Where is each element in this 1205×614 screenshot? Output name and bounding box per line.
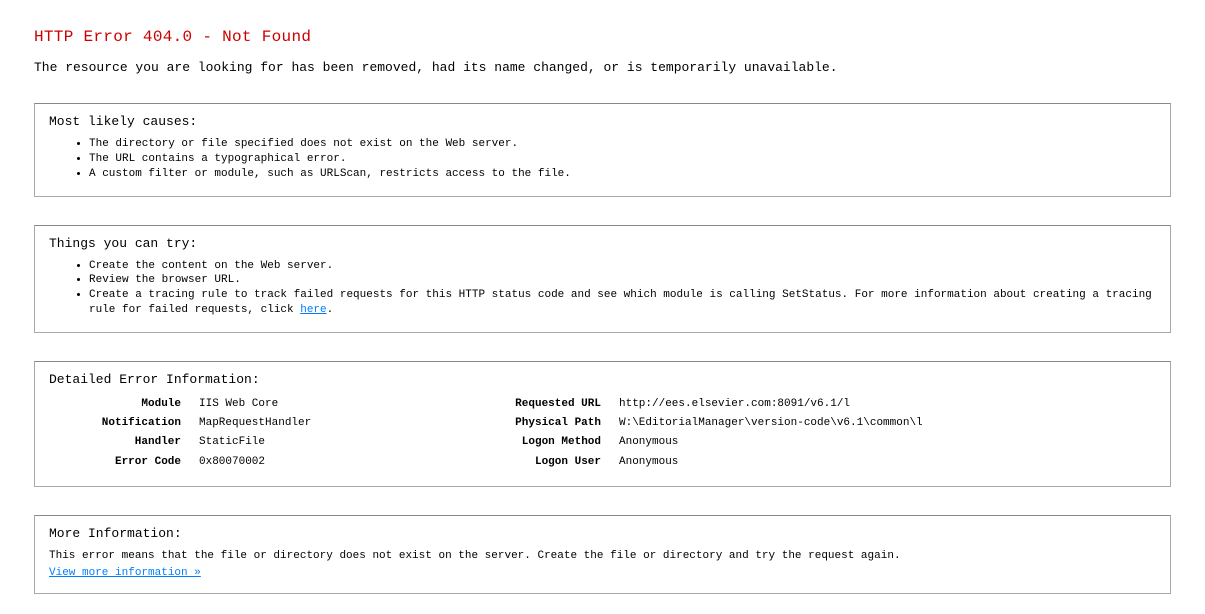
detail-value: MapRequestHandler (199, 414, 469, 433)
list-item: Create the content on the Web server. (89, 259, 1156, 274)
details-title: Detailed Error Information: (49, 372, 1156, 387)
detail-label: Logon Method (469, 433, 619, 452)
detail-label: Module (49, 395, 199, 414)
error-page: HTTP Error 404.0 - Not Found The resourc… (0, 0, 1205, 614)
detail-label: Error Code (49, 453, 199, 472)
detail-label: Logon User (469, 453, 619, 472)
detail-value: Anonymous (619, 433, 1029, 452)
try-title: Things you can try: (49, 236, 1156, 251)
detail-row-notification: Notification MapRequestHandler (49, 414, 469, 433)
more-info-title: More Information: (49, 526, 1156, 541)
detail-row-module: Module IIS Web Core (49, 395, 469, 414)
tracing-rule-link[interactable]: here (300, 304, 326, 316)
list-item: Review the browser URL. (89, 273, 1156, 288)
list-item: The URL contains a typographical error. (89, 152, 1156, 167)
detail-value: StaticFile (199, 433, 469, 452)
detail-label: Notification (49, 414, 199, 433)
try-panel: Things you can try: Create the content o… (34, 225, 1171, 333)
list-item: Create a tracing rule to track failed re… (89, 288, 1156, 318)
detail-value: http://ees.elsevier.com:8091/v6.1/l (619, 395, 1029, 414)
detail-label: Requested URL (469, 395, 619, 414)
detail-label: Handler (49, 433, 199, 452)
detail-value: Anonymous (619, 453, 1029, 472)
detail-value: W:\EditorialManager\version-code\v6.1\co… (619, 414, 1029, 433)
try-text-prefix: Create a tracing rule to track failed re… (89, 289, 1152, 316)
detail-value: IIS Web Core (199, 395, 469, 414)
more-info-text: This error means that the file or direct… (49, 549, 1156, 565)
detail-row-physical-path: Physical Path W:\EditorialManager\versio… (469, 414, 1029, 433)
detail-row-logon-method: Logon Method Anonymous (469, 433, 1029, 452)
details-panel: Detailed Error Information: Module IIS W… (34, 361, 1171, 487)
causes-list: The directory or file specified does not… (49, 137, 1156, 182)
more-info-panel: More Information: This error means that … (34, 515, 1171, 594)
try-list: Create the content on the Web server. Re… (49, 259, 1156, 318)
list-item: The directory or file specified does not… (89, 137, 1156, 152)
view-more-info-link[interactable]: View more information » (49, 567, 201, 579)
try-text-suffix: . (327, 304, 334, 316)
detail-value: 0x80070002 (199, 453, 469, 472)
detail-row-handler: Handler StaticFile (49, 433, 469, 452)
causes-title: Most likely causes: (49, 114, 1156, 129)
detail-row-requested-url: Requested URL http://ees.elsevier.com:80… (469, 395, 1029, 414)
error-title: HTTP Error 404.0 - Not Found (34, 28, 1171, 46)
detail-row-logon-user: Logon User Anonymous (469, 453, 1029, 472)
causes-panel: Most likely causes: The directory or fil… (34, 103, 1171, 197)
details-column-left: Module IIS Web Core Notification MapRequ… (49, 395, 469, 472)
details-table: Module IIS Web Core Notification MapRequ… (49, 395, 1156, 472)
error-description: The resource you are looking for has bee… (34, 60, 1171, 75)
details-column-right: Requested URL http://ees.elsevier.com:80… (469, 395, 1029, 472)
list-item: A custom filter or module, such as URLSc… (89, 167, 1156, 182)
detail-label: Physical Path (469, 414, 619, 433)
detail-row-error-code: Error Code 0x80070002 (49, 453, 469, 472)
